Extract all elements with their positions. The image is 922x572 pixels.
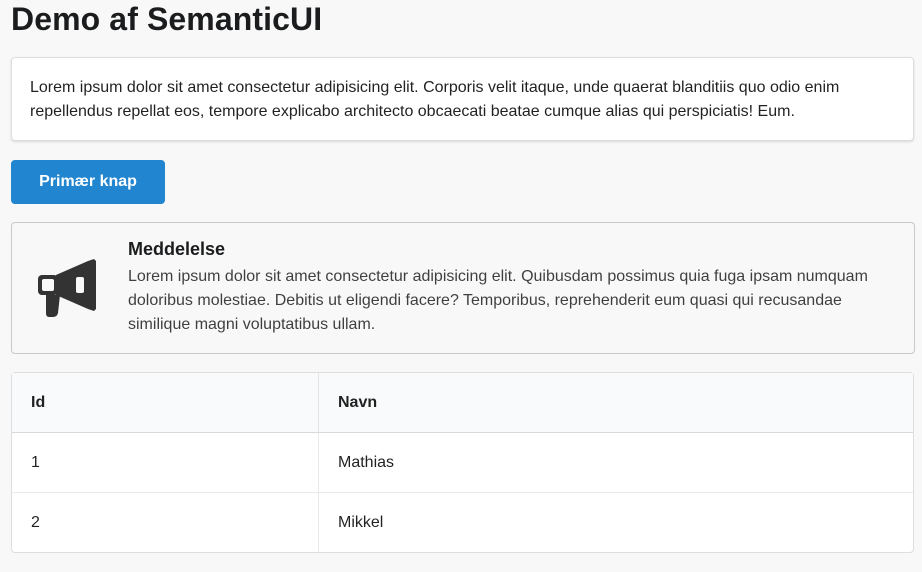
page: Demo af SemanticUI Lorem ipsum dolor sit…: [0, 0, 922, 572]
message-content: Lorem ipsum dolor sit amet consectetur a…: [128, 268, 868, 333]
column-header-id: Id: [12, 373, 319, 433]
segment-text: Lorem ipsum dolor sit amet consectetur a…: [30, 79, 840, 120]
icon-message: Meddelelse Lorem ipsum dolor sit amet co…: [11, 222, 915, 354]
message-header: Meddelelse: [128, 239, 226, 259]
text-segment: Lorem ipsum dolor sit amet consectetur a…: [11, 57, 914, 141]
table-row: 2 Mikkel: [12, 493, 913, 552]
primary-button[interactable]: Primær knap: [11, 160, 165, 204]
bullhorn-icon: [36, 259, 100, 319]
table-header-row: Id Navn: [12, 373, 913, 433]
column-header-navn: Navn: [319, 373, 913, 433]
cell-id: 1: [12, 433, 319, 493]
table-row: 1 Mathias: [12, 433, 913, 493]
cell-navn: Mikkel: [338, 513, 384, 531]
page-title: Demo af SemanticUI: [11, 1, 323, 37]
cell-navn: Mathias: [319, 433, 913, 493]
cell-id: 2: [12, 493, 319, 552]
data-table: Id Navn 1 Mathias 2 Mikkel: [11, 372, 914, 553]
